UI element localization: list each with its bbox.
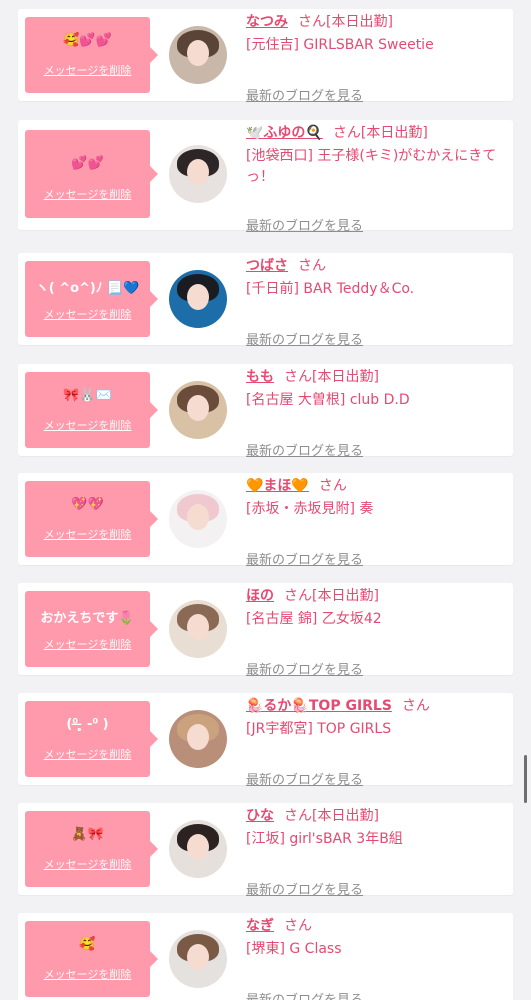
girl-name-link[interactable]: 🧡まほ🧡 xyxy=(246,478,309,494)
message-bubble: 🥰 メッセージを削除 xyxy=(25,921,158,997)
latest-blog-link[interactable]: 最新のブログを見る xyxy=(246,215,363,234)
name-line: ひな さん[本日出勤] xyxy=(246,806,505,826)
avatar[interactable] xyxy=(169,930,227,988)
girl-name-link[interactable]: なつみ xyxy=(246,14,288,30)
honorific: さん xyxy=(284,808,312,824)
avatar[interactable] xyxy=(169,490,227,548)
message-text: おかえちです🌷 xyxy=(40,611,135,626)
girl-name-link[interactable]: ほの xyxy=(246,588,274,604)
latest-blog-link[interactable]: 最新のブログを見る xyxy=(246,989,363,1000)
girl-name-link[interactable]: 🪼るか🪼TOP GIRLS xyxy=(246,698,392,714)
name-line: つばさ さん xyxy=(246,256,505,276)
latest-blog-link[interactable]: 最新のブログを見る xyxy=(246,879,363,898)
shop-name: [元住吉] GIRLSBAR Sweetie xyxy=(246,37,434,53)
latest-blog-link[interactable]: 最新のブログを見る xyxy=(246,329,363,348)
message-text: 🧸🎀 xyxy=(71,827,104,842)
message-text: 🥰💕💕 xyxy=(63,33,112,48)
message-card: 🎀🐰✉️ メッセージを削除 もも さん[本日出勤] [名古屋 大曽根] club … xyxy=(18,364,513,459)
message-bubble: ヽ( ^o^)ﾉ 📃💙 メッセージを削除 xyxy=(25,261,158,337)
message-card: 🥰💕💕 メッセージを削除 なつみ さん[本日出勤] [元住吉] GIRLSBAR … xyxy=(18,9,513,104)
latest-blog-link[interactable]: 最新のブログを見る xyxy=(246,659,363,678)
name-line: なつみ さん[本日出勤] xyxy=(246,12,505,32)
avatar[interactable] xyxy=(169,270,227,328)
status-badge: [本日出勤] xyxy=(312,369,379,385)
message-card: 💕💕 メッセージを削除 🕊️ふゆの🍳 さん[本日出勤] [池袋西口] 王子様(キミ… xyxy=(18,120,513,234)
name-line: もも さん[本日出勤] xyxy=(246,367,505,387)
message-text: 💖💖 xyxy=(71,497,104,512)
delete-message-link[interactable]: メッセージを削除 xyxy=(25,746,150,762)
honorific: さん xyxy=(284,588,312,604)
girl-name-link[interactable]: なぎ xyxy=(246,918,274,934)
shop-name: [池袋西口] 王子様(キミ)がむかえにきてっ！ xyxy=(246,148,497,185)
name-line: 🧡まほ🧡 さん xyxy=(246,476,505,496)
shop-name: [JR宇都宮] TOP GIRLS xyxy=(246,721,392,737)
status-badge: [本日出勤] xyxy=(360,125,428,141)
girl-name-link[interactable]: もも xyxy=(246,369,274,385)
girl-name-link[interactable]: つばさ xyxy=(246,258,288,274)
latest-blog-link[interactable]: 最新のブログを見る xyxy=(246,769,363,788)
message-bubble: 🥰💕💕 メッセージを削除 xyxy=(25,17,158,93)
shop-name: [堺東] G Class xyxy=(246,941,342,957)
message-bubble: (⁰ ̶̥̥̥ -⁰ ) メッセージを削除 xyxy=(25,701,158,777)
avatar[interactable] xyxy=(169,381,227,439)
status-badge: [本日出勤] xyxy=(326,14,393,30)
honorific: さん xyxy=(298,14,326,30)
avatar[interactable] xyxy=(169,600,227,658)
delete-message-link[interactable]: メッセージを削除 xyxy=(25,636,150,652)
delete-message-link[interactable]: メッセージを削除 xyxy=(25,186,150,202)
latest-blog-link[interactable]: 最新のブログを見る xyxy=(246,85,363,104)
message-bubble: おかえちです🌷 メッセージを削除 xyxy=(25,591,158,667)
status-badge: [本日出勤] xyxy=(312,808,379,824)
shop-name: [千日前] BAR Teddy＆Co. xyxy=(246,281,415,297)
avatar[interactable] xyxy=(169,26,227,84)
name-line: 🕊️ふゆの🍳 さん[本日出勤] xyxy=(246,123,505,143)
delete-message-link[interactable]: メッセージを削除 xyxy=(25,966,150,982)
message-bubble: 🎀🐰✉️ メッセージを削除 xyxy=(25,372,158,448)
avatar[interactable] xyxy=(169,710,227,768)
name-line: 🪼るか🪼TOP GIRLS さん xyxy=(246,696,505,716)
honorific: さん xyxy=(318,478,347,494)
girl-name-link[interactable]: ひな xyxy=(246,808,274,824)
shop-name: [名古屋 錦] 乙女坂42 xyxy=(246,611,382,627)
shop-name: [名古屋 大曽根] club D.D xyxy=(246,392,410,408)
girl-name-link[interactable]: 🕊️ふゆの🍳 xyxy=(246,125,323,141)
name-line: なぎ さん xyxy=(246,916,505,936)
honorific: さん xyxy=(284,918,312,934)
name-line: ほの さん[本日出勤] xyxy=(246,586,505,606)
delete-message-link[interactable]: メッセージを削除 xyxy=(25,856,150,872)
latest-blog-link[interactable]: 最新のブログを見る xyxy=(246,440,363,459)
latest-blog-link[interactable]: 最新のブログを見る xyxy=(246,549,363,568)
message-text: 🎀🐰✉️ xyxy=(63,388,112,403)
delete-message-link[interactable]: メッセージを削除 xyxy=(25,62,150,78)
message-bubble: 🧸🎀 メッセージを削除 xyxy=(25,811,158,887)
scrollbar-thumb[interactable] xyxy=(524,755,527,803)
message-card: 🧸🎀 メッセージを削除 ひな さん[本日出勤] [江坂] girl'sBAR 3年… xyxy=(18,803,513,898)
shop-name: [赤坂・赤坂見附] 奏 xyxy=(246,501,374,517)
status-badge: [本日出勤] xyxy=(312,588,379,604)
honorific: さん xyxy=(332,125,361,141)
message-card: おかえちです🌷 メッセージを削除 ほの さん[本日出勤] [名古屋 錦] 乙女坂4… xyxy=(18,583,513,678)
avatar[interactable] xyxy=(169,145,227,203)
honorific: さん xyxy=(284,369,312,385)
delete-message-link[interactable]: メッセージを削除 xyxy=(25,417,150,433)
message-card: 🥰 メッセージを削除 なぎさん [堺東] G Class 最新のブログを見る xyxy=(18,913,513,1000)
message-text: 🥰 xyxy=(79,937,96,952)
message-card: 💖💖 メッセージを削除 🧡まほ🧡 さん [赤坂・赤坂見附] 奏 最新のブログを見る xyxy=(18,473,513,568)
shop-name: [江坂] girl'sBAR 3年B組 xyxy=(246,831,403,847)
delete-message-link[interactable]: メッセージを削除 xyxy=(25,306,150,322)
message-text: (⁰ ̶̥̥̥ -⁰ ) xyxy=(66,717,109,732)
message-bubble: 💕💕 メッセージを削除 xyxy=(25,130,158,218)
message-card: (⁰ ̶̥̥̥ -⁰ ) メッセージを削除 🪼るか🪼TOP GIRLS さん [J… xyxy=(18,693,513,788)
message-card: ヽ( ^o^)ﾉ 📃💙 メッセージを削除 つばさ さん [千日前] BAR Ted… xyxy=(18,253,513,348)
message-text: ヽ( ^o^)ﾉ 📃💙 xyxy=(35,281,140,296)
message-text: 💕💕 xyxy=(71,156,104,171)
honorific: さん xyxy=(298,258,326,274)
delete-message-link[interactable]: メッセージを削除 xyxy=(25,526,150,542)
message-bubble: 💖💖 メッセージを削除 xyxy=(25,481,158,557)
avatar[interactable] xyxy=(169,820,227,878)
honorific: さん xyxy=(401,698,430,714)
